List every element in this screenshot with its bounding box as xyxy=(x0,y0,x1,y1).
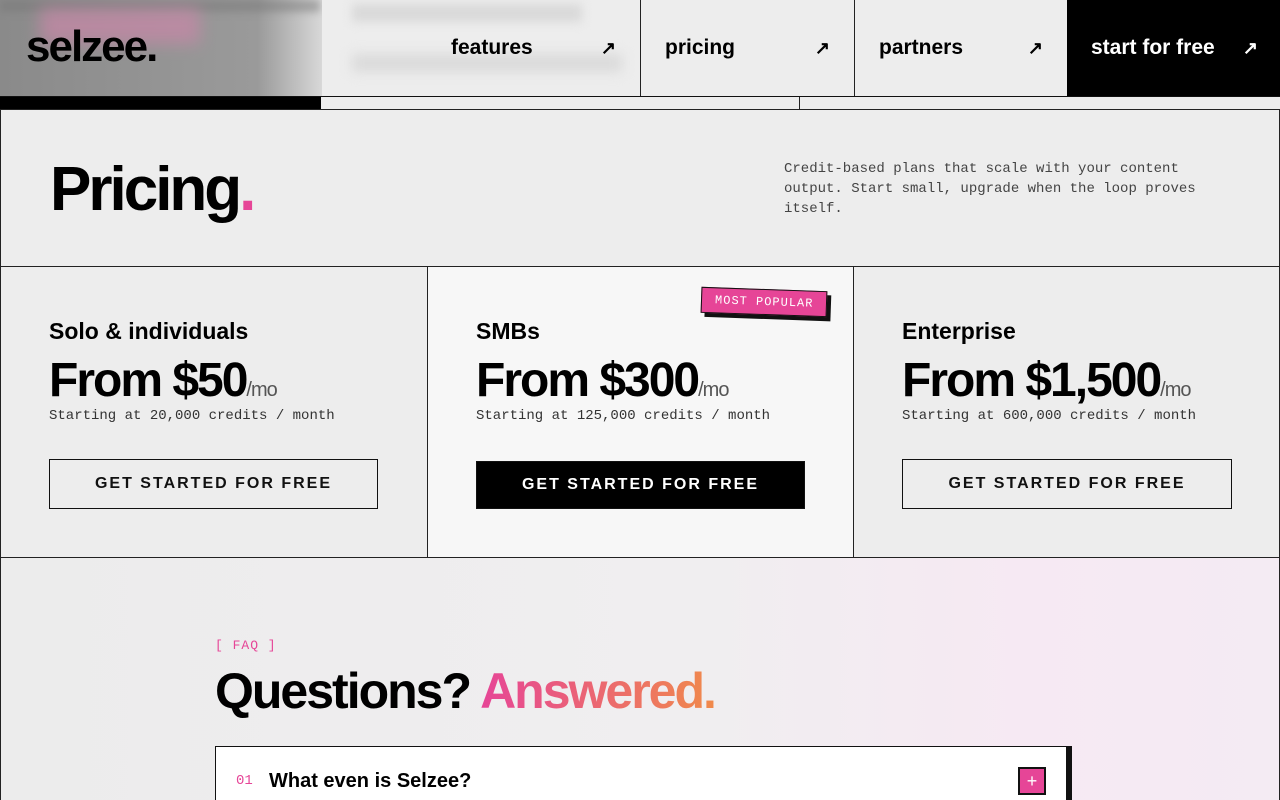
most-popular-badge: MOST POPULAR xyxy=(700,286,828,318)
faq-item[interactable]: 01 What even is Selzee? + xyxy=(215,746,1067,800)
nav-divider-strip xyxy=(0,97,1280,110)
plan-credits: Starting at 600,000 credits / month xyxy=(902,408,1197,424)
nav-link-pricing[interactable]: pricing ↗ xyxy=(640,0,854,96)
faq-section: [ FAQ ] Questions? Answered. 01 What eve… xyxy=(0,558,1280,800)
plan-name: SMBs xyxy=(476,318,540,344)
arrow-up-right-icon: ↗ xyxy=(600,37,616,58)
arrow-up-right-icon: ↗ xyxy=(1242,37,1258,58)
start-for-free-button[interactable]: start for free ↗ xyxy=(1067,0,1280,96)
plan-price: From $300/mo xyxy=(476,354,729,407)
faq-tag: [ FAQ ] xyxy=(215,638,277,653)
faq-title-main: Questions? xyxy=(215,663,481,719)
plan-price: From $50/mo xyxy=(49,354,278,407)
page-title: Pricing. xyxy=(50,154,256,225)
title-dot: . xyxy=(239,155,256,224)
nav-link-label: features xyxy=(451,36,533,59)
logo-area[interactable]: selzee. xyxy=(0,0,322,96)
plan-card-solo: Solo & individuals From $50/mo Starting … xyxy=(1,267,427,557)
plan-credits: Starting at 20,000 credits / month xyxy=(49,408,335,424)
nav-link-label: partners xyxy=(879,36,964,59)
plan-name: Enterprise xyxy=(902,318,1016,344)
pricing-plans: Solo & individuals From $50/mo Starting … xyxy=(0,267,1280,558)
nav-link-features[interactable]: features ↗ xyxy=(427,0,640,96)
logo[interactable]: selzee. xyxy=(26,22,158,72)
pricing-description: Credit-based plans that scale with your … xyxy=(784,161,1196,217)
get-started-button[interactable]: GET STARTED FOR FREE xyxy=(49,459,378,509)
expand-plus-icon[interactable]: + xyxy=(1018,767,1046,795)
plan-price-unit: /mo xyxy=(246,379,277,401)
faq-question: What even is Selzee? xyxy=(269,770,472,792)
faq-title: Questions? Answered. xyxy=(215,662,717,720)
plan-price: From $1,500/mo xyxy=(902,354,1192,407)
arrow-up-right-icon: ↗ xyxy=(1027,37,1043,58)
nav-link-label: pricing xyxy=(665,36,736,59)
top-nav: selzee. features ↗ pricing ↗ partners ↗ … xyxy=(0,0,1280,97)
faq-title-accent: Answered. xyxy=(480,663,717,719)
plan-card-enterprise: Enterprise From $1,500/mo Starting at 60… xyxy=(853,267,1279,557)
faq-item-number: 01 xyxy=(236,773,253,789)
plan-name: Solo & individuals xyxy=(49,318,249,344)
cta-label: start for free xyxy=(1091,36,1215,59)
nav-link-partners[interactable]: partners ↗ xyxy=(854,0,1067,96)
plan-price-unit: /mo xyxy=(698,379,729,401)
arrow-up-right-icon: ↗ xyxy=(814,37,830,58)
get-started-button[interactable]: GET STARTED FOR FREE xyxy=(902,459,1232,509)
plan-price-unit: /mo xyxy=(1160,379,1191,401)
title-text: Pricing xyxy=(50,155,242,224)
get-started-button[interactable]: GET STARTED FOR FREE xyxy=(476,461,805,509)
pricing-header: Pricing. Credit-based plans that scale w… xyxy=(0,110,1280,267)
plan-credits: Starting at 125,000 credits / month xyxy=(476,408,771,424)
